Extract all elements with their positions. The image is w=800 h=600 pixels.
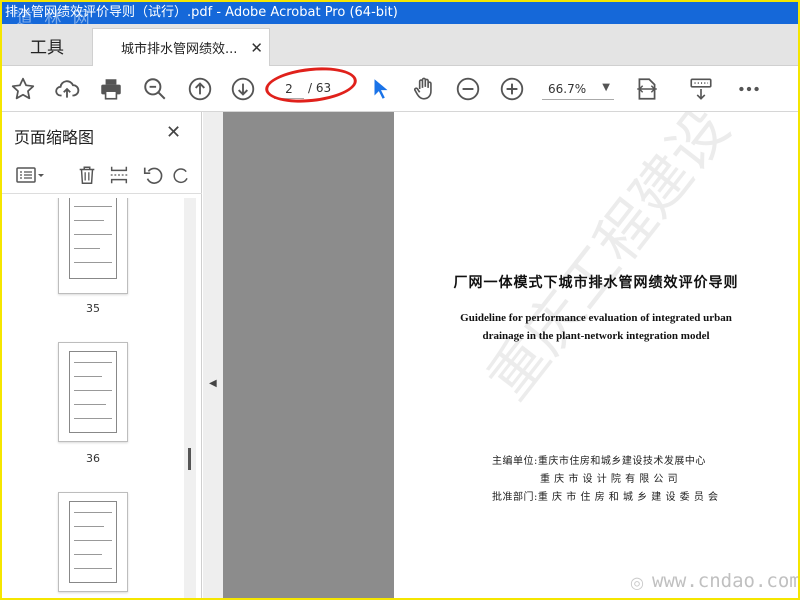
zoom-level-value: 66.7%: [548, 81, 587, 96]
thumbnail-sidebar: 页面缩略图 ✕ 35 36: [2, 112, 202, 598]
chevron-down-icon: ▼: [602, 82, 610, 93]
thumbnail-page-label: 36: [86, 452, 100, 465]
collapse-left-icon[interactable]: ◀: [209, 378, 217, 389]
rotate-clockwise-icon[interactable]: [172, 162, 192, 188]
rotate-counterclockwise-icon[interactable]: [140, 162, 166, 188]
tab-tools[interactable]: 工具: [2, 24, 92, 66]
app-window: 排水管网绩效评价导则（试行）.pdf - Adobe Acrobat Pro (…: [2, 2, 798, 598]
page-thumbnail[interactable]: [58, 342, 128, 442]
zoom-level-select[interactable]: 66.7% ▼: [542, 78, 614, 100]
hand-tool-icon[interactable]: [409, 74, 439, 104]
zoom-in-icon[interactable]: [497, 74, 527, 104]
page-watermark: 重庆工程建设: [474, 112, 743, 412]
select-cursor-icon[interactable]: [366, 74, 396, 104]
tab-document-label: 城市排水管网绩效...: [121, 42, 238, 57]
sidebar-title: 页面缩略图: [14, 128, 95, 147]
zoom-out-search-icon[interactable]: [140, 74, 170, 104]
document-title-en-line1: Guideline for performance evaluation of …: [460, 312, 732, 324]
close-tab-icon[interactable]: ✕: [250, 39, 263, 57]
extract-page-icon[interactable]: [106, 162, 132, 188]
thumbnail-list: 35 36: [2, 198, 184, 598]
pdf-page: 重庆工程建设 厂网一体模式下城市排水管网绩效评价导则 Guideline for…: [394, 112, 798, 598]
watermark-url: www.cndao.com: [652, 570, 798, 592]
document-title-en-line2: drainage in the plant-network integratio…: [482, 330, 710, 342]
watermark-logo: ◎: [630, 573, 644, 592]
close-sidebar-icon[interactable]: ✕: [166, 122, 181, 143]
print-icon[interactable]: [96, 74, 126, 104]
previous-page-icon[interactable]: [185, 74, 215, 104]
next-page-icon[interactable]: [228, 74, 258, 104]
thumbnail-page-label: 35: [86, 302, 100, 315]
document-background: [223, 112, 394, 598]
sidebar-toolbar: [2, 154, 202, 194]
page-thumbnail[interactable]: [58, 492, 128, 592]
sidebar-scrollbar-thumb[interactable]: [188, 448, 191, 470]
zoom-out-icon[interactable]: [453, 74, 483, 104]
document-title-cn: 厂网一体模式下城市排水管网绩效评价导则: [453, 275, 739, 291]
sidebar-collapse-strip[interactable]: ◀: [203, 112, 223, 598]
sidebar-scrollbar[interactable]: [184, 198, 196, 598]
tab-document[interactable]: 城市排水管网绩效... ✕: [92, 28, 270, 66]
editor-unit: 主编单位:重庆市住房和城乡建设技术发展中心: [492, 456, 706, 467]
trash-icon[interactable]: [74, 162, 100, 188]
toolbar: / 63 66.7% ▼: [2, 63, 798, 112]
page-thumbnail[interactable]: [58, 198, 128, 294]
cloud-upload-icon[interactable]: [52, 74, 82, 104]
keyboard-scroll-icon[interactable]: [686, 74, 716, 104]
star-icon[interactable]: [8, 74, 38, 104]
co-editor-unit: 重 庆 市 设 计 院 有 限 公 司: [540, 474, 679, 485]
tab-bar: 工具 城市排水管网绩效... ✕: [2, 24, 798, 66]
more-options-icon[interactable]: [734, 74, 764, 104]
thumbnail-options-icon[interactable]: [12, 162, 48, 188]
title-bar: 排水管网绩效评价导则（试行）.pdf - Adobe Acrobat Pro (…: [2, 2, 798, 24]
page-number-highlight-annotation: [263, 63, 359, 107]
approval-department: 批准部门:重 庆 市 住 房 和 城 乡 建 设 委 员 会: [492, 492, 719, 503]
page-fit-icon[interactable]: [632, 74, 662, 104]
